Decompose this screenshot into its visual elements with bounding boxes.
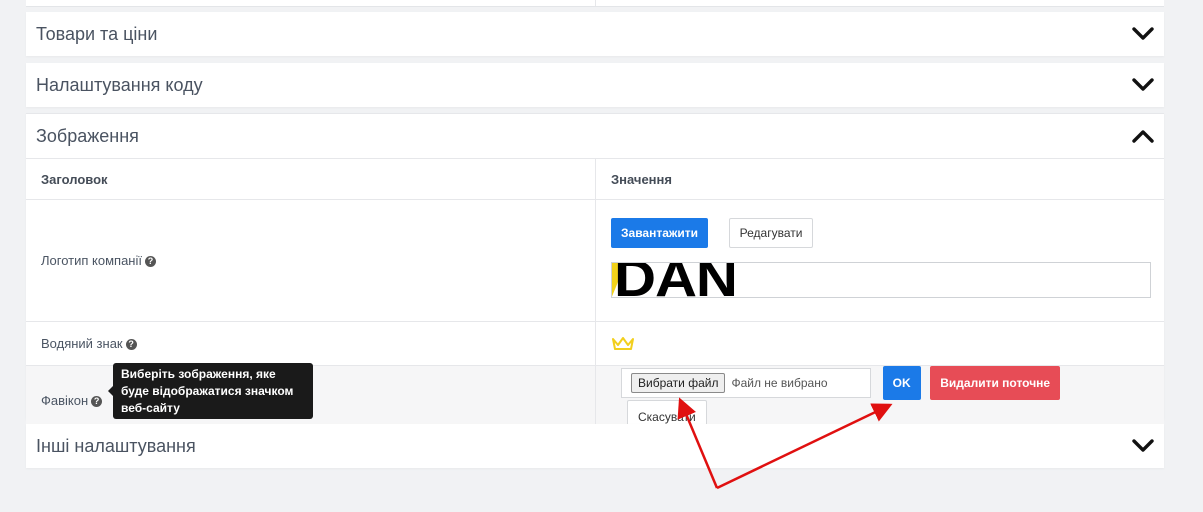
chevron-down-icon[interactable] — [1132, 435, 1154, 457]
column-divider — [595, 0, 596, 6]
panel-other[interactable]: Інші налаштування — [26, 424, 1164, 468]
logo-preview: DAN — [611, 261, 1151, 298]
help-icon[interactable]: ? — [144, 256, 156, 268]
help-icon[interactable]: ? — [91, 395, 103, 407]
delete-current-button[interactable]: Видалити поточне — [930, 366, 1061, 400]
logo-text: DAN — [614, 261, 738, 298]
panel-title: Товари та ціни — [36, 23, 158, 44]
ok-button[interactable]: OK — [882, 366, 921, 400]
panel-other-header[interactable]: Інші налаштування — [26, 424, 1164, 468]
help-icon[interactable]: ? — [125, 339, 137, 351]
panel-title: Інші налаштування — [36, 435, 196, 456]
panel-title: Зображення — [36, 125, 139, 146]
panel-title: Налаштування коду — [36, 74, 203, 95]
upload-button[interactable]: Завантажити — [611, 217, 709, 248]
logo-label-cell: Логотип компанії? — [26, 199, 596, 322]
favicon-tooltip: Виберіть зображення, яке буде відображат… — [108, 363, 313, 419]
row-label: Фавікон — [41, 392, 89, 408]
panel-goods[interactable]: Товари та ціни — [26, 12, 1164, 56]
table-header-row: Заголовок Значення — [26, 159, 1164, 200]
row-label: Водяний знак — [41, 336, 123, 351]
row-label: Логотип компанії — [41, 253, 142, 268]
table-row-logo: Логотип компанії? Завантажити Редагувати… — [26, 199, 1164, 322]
choose-file-button[interactable]: Вибрати файл — [631, 373, 726, 393]
edit-button[interactable]: Редагувати — [728, 217, 814, 248]
panel-code-header[interactable]: Налаштування коду — [26, 63, 1164, 107]
chevron-down-icon[interactable] — [1132, 23, 1154, 45]
watermark-label-cell: Водяний знак? — [26, 321, 596, 366]
panel-code[interactable]: Налаштування коду — [26, 63, 1164, 107]
previous-panel-bottom — [26, 0, 1164, 7]
crown-icon — [611, 336, 635, 355]
company-logo-image: DAN — [612, 261, 762, 298]
logo-value-cell: Завантажити Редагувати DAN — [595, 199, 1164, 322]
panel-images-header[interactable]: Зображення — [26, 114, 1164, 159]
chevron-down-icon[interactable] — [1132, 74, 1154, 96]
table-row-watermark: Водяний знак? — [26, 321, 1164, 366]
panel-goods-header[interactable]: Товари та ціни — [26, 12, 1164, 56]
column-header-title: Заголовок — [26, 159, 596, 200]
file-status-text: Файл не вибрано — [731, 376, 828, 390]
watermark-value-cell — [595, 321, 1164, 366]
column-header-value: Значення — [595, 159, 1164, 200]
chevron-up-icon[interactable] — [1132, 125, 1154, 147]
favicon-file-input[interactable]: Вибрати файл Файл не вибрано — [621, 368, 871, 398]
